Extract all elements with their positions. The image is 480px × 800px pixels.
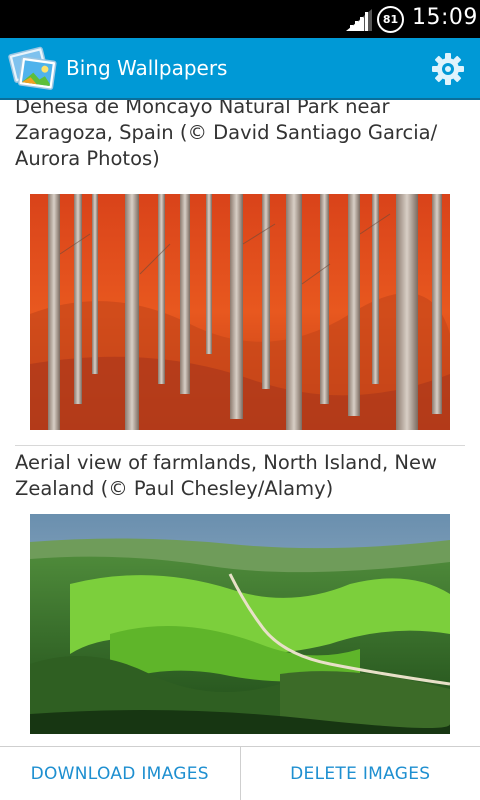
app-title: Bing Wallpapers <box>66 56 228 80</box>
clock: 15:09 <box>412 5 478 30</box>
bottom-action-bar: DOWNLOAD IMAGES DELETE IMAGES <box>0 746 480 800</box>
download-images-button[interactable]: DOWNLOAD IMAGES <box>0 747 240 800</box>
divider <box>15 445 465 446</box>
status-bar: 81 15:09 <box>0 0 480 38</box>
delete-images-button[interactable]: DELETE IMAGES <box>241 747 480 800</box>
signal-icon <box>346 9 372 31</box>
wallpaper-list[interactable]: Dehesa de Moncayo Natural Park near Zara… <box>0 100 480 746</box>
action-bar: Bing Wallpapers <box>0 38 480 100</box>
wallpaper-image[interactable] <box>30 514 450 734</box>
wallpaper-caption: Dehesa de Moncayo Natural Park near Zara… <box>15 100 438 170</box>
pictures-icon[interactable] <box>6 45 58 93</box>
battery-indicator: 81 <box>377 6 404 33</box>
gear-icon[interactable] <box>429 50 467 88</box>
wallpaper-image[interactable] <box>30 194 450 430</box>
list-item[interactable]: Dehesa de Moncayo Natural Park near Zara… <box>0 100 480 446</box>
wallpaper-caption: Aerial view of farmlands, North Island, … <box>15 451 437 500</box>
list-item[interactable]: Aerial view of farmlands, North Island, … <box>0 447 480 746</box>
